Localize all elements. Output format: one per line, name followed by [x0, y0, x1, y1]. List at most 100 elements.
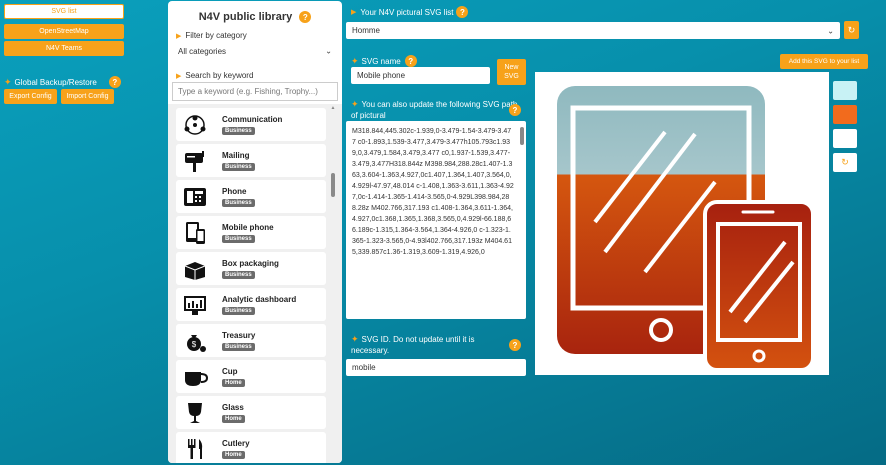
list-item[interactable]: Phone Business: [176, 180, 326, 213]
filter-label-text: Filter by category: [185, 31, 247, 40]
nav-openstreetmap-button[interactable]: OpenStreetMap: [4, 24, 124, 39]
list-item[interactable]: Cutlery Home: [176, 432, 326, 463]
search-input[interactable]: Type a keyword (e.g. Fishing, Trophy...): [172, 82, 338, 101]
textarea-scroll-thumb[interactable]: [520, 127, 524, 145]
category-badge: Business: [222, 234, 255, 243]
communication-icon: [180, 111, 210, 139]
help-icon[interactable]: ?: [509, 104, 521, 116]
library-title: N4V public library ?: [168, 11, 342, 24]
bullet-icon: ✦: [351, 99, 359, 109]
backup-title-text: Global Backup/Restore: [14, 77, 97, 87]
category-badge: Business: [222, 270, 255, 279]
help-icon[interactable]: ?: [456, 6, 469, 18]
cup-icon: [180, 363, 210, 391]
svg-name-value: Mobile phone: [357, 71, 406, 80]
item-name: Cup: [222, 366, 238, 376]
dashboard-icon: [180, 291, 210, 319]
gradient-top-color-swatch[interactable]: [833, 81, 857, 100]
bullet-icon: ✦: [351, 55, 359, 66]
mobile-phone-icon: [557, 86, 815, 372]
item-name: Analytic dashboard: [222, 294, 297, 304]
arrow-right-icon: ▶: [351, 9, 357, 16]
list-item[interactable]: Mailing Business: [176, 144, 326, 177]
svg-list-select[interactable]: Homme ⌄: [346, 22, 840, 39]
item-name: Glass: [222, 402, 244, 412]
item-name: Cutlery: [222, 438, 250, 448]
svg-list-select-value: Homme: [352, 26, 381, 35]
list-item[interactable]: Cup Home: [176, 360, 326, 393]
list-item[interactable]: Communication Business: [176, 108, 326, 141]
category-badge: Business: [222, 162, 255, 171]
gradient-bottom-color-swatch[interactable]: [833, 105, 857, 124]
nav-svg-list-button[interactable]: SVG list: [4, 4, 124, 19]
search-label: ▶ Search by keyword: [176, 71, 253, 80]
category-badge: Home: [222, 414, 245, 423]
money-bag-icon: $: [180, 327, 210, 355]
stroke-color-swatch[interactable]: [833, 129, 857, 148]
search-placeholder: Type a keyword (e.g. Fishing, Trophy...): [178, 87, 318, 96]
category-badge: Home: [222, 378, 245, 387]
list-item[interactable]: Box packaging Business: [176, 252, 326, 285]
svg-name-label: ✦ SVG name ?: [351, 55, 417, 67]
svg-path-label-text: You can also update the following SVG pa…: [351, 100, 518, 120]
help-icon[interactable]: ?: [404, 55, 417, 67]
filter-label: ▶ Filter by category: [176, 31, 247, 40]
list-item[interactable]: Glass Home: [176, 396, 326, 429]
category-select-value: All categories: [178, 46, 227, 56]
rotate-button[interactable]: ↻: [833, 153, 857, 172]
svg-id-input[interactable]: mobile: [346, 359, 526, 376]
box-icon: [180, 255, 210, 283]
category-badge: Business: [222, 306, 255, 315]
item-name: Box packaging: [222, 258, 279, 268]
refresh-button[interactable]: ↻: [844, 21, 859, 39]
svg-text:$: $: [192, 340, 197, 349]
svg-id-label-text: SVG ID. Do not update until it is necess…: [351, 335, 475, 355]
svg-path-textarea[interactable]: M318.844,445.302c-1.939,0-3.479-1.54-3.4…: [346, 121, 526, 319]
backup-title: ✦ Global Backup/Restore ?: [4, 76, 121, 88]
list-item[interactable]: Analytic dashboard Business: [176, 288, 326, 321]
help-icon[interactable]: ?: [108, 76, 121, 88]
chevron-down-icon: ⌄: [325, 46, 332, 56]
cutlery-icon: [180, 435, 210, 463]
bullet-icon: ✦: [351, 334, 359, 344]
mailbox-icon: [180, 147, 210, 175]
item-name: Mobile phone: [222, 222, 274, 232]
phone-icon: [180, 183, 210, 211]
refresh-icon: ↻: [847, 24, 856, 35]
arrow-right-icon: ▶: [176, 33, 182, 40]
svg-preview: [535, 72, 829, 375]
item-name: Treasury: [222, 330, 256, 340]
help-icon[interactable]: ?: [299, 11, 312, 24]
category-badge: Business: [222, 126, 255, 135]
list-item[interactable]: Mobile phone Business: [176, 216, 326, 249]
library-panel: N4V public library ? ▶ Filter by category…: [168, 1, 342, 463]
bullet-icon: ✦: [4, 76, 12, 87]
svg-name-input[interactable]: Mobile phone: [351, 67, 490, 84]
item-name: Phone: [222, 186, 247, 196]
search-label-text: Search by keyword: [185, 71, 254, 80]
nav-n4v-teams-button[interactable]: N4V Teams: [4, 41, 124, 56]
chevron-down-icon: ⌄: [827, 26, 834, 35]
import-config-button[interactable]: Import Config: [61, 89, 114, 104]
library-scrollbar[interactable]: ▲: [330, 104, 336, 463]
svg-name-label-text: SVG name: [361, 56, 401, 66]
mobile-phone-icon: [180, 219, 210, 247]
svg-path-value: M318.844,445.302c-1.939,0-3.479-1.54-3.4…: [352, 128, 514, 256]
rotate-icon: ↻: [841, 157, 849, 167]
add-svg-to-list-button[interactable]: Add this SVG to your list: [780, 54, 868, 69]
scroll-up-icon[interactable]: ▲: [330, 105, 336, 111]
new-svg-button[interactable]: New SVG: [497, 59, 526, 85]
svg-id-label: ✦ SVG ID. Do not update until it is neces…: [351, 334, 511, 356]
category-select[interactable]: All categories ⌄: [172, 42, 338, 60]
svg-list-label: ▶ Your N4V pictural SVG list ?: [351, 6, 469, 18]
item-name: Mailing: [222, 150, 250, 160]
library-list: Communication Business Mailing Business Ph…: [168, 104, 342, 463]
arrow-right-icon: ▶: [176, 73, 182, 80]
category-badge: Business: [222, 198, 255, 207]
help-icon[interactable]: ?: [509, 339, 521, 351]
svg-id-value: mobile: [352, 363, 376, 372]
scroll-thumb[interactable]: [331, 173, 335, 197]
export-config-button[interactable]: Export Config: [4, 89, 57, 104]
library-title-text: N4V public library: [198, 11, 293, 23]
list-item[interactable]: $ Treasury Business: [176, 324, 326, 357]
